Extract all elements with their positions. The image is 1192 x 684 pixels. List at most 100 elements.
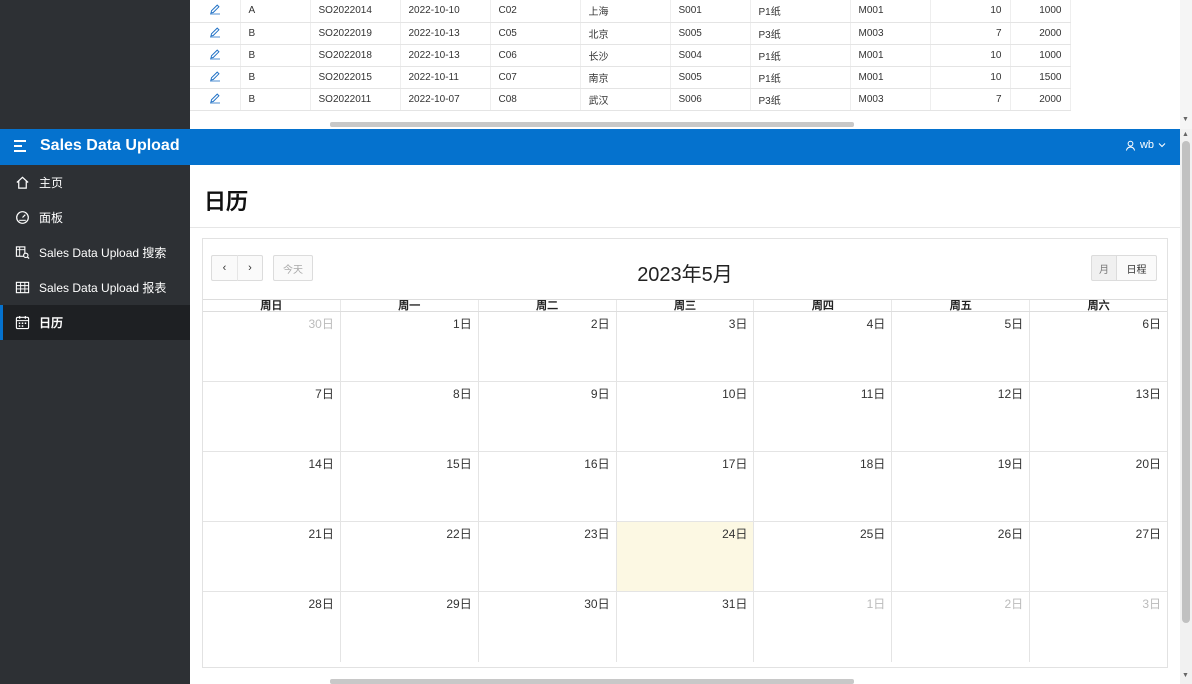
calendar-day-cell[interactable]: 21日 [203, 522, 341, 591]
nav-item-home[interactable]: 主页 [0, 165, 190, 200]
table-cell: 1500 [1010, 66, 1071, 89]
sales-report-table: A SO2022014 2022-10-10 C02 上海 S001 P1纸 M001 10 10… [190, 0, 1071, 111]
calendar-day-cell[interactable]: 20日 [1030, 452, 1167, 521]
table-cell: A [240, 0, 311, 23]
scroll-down-icon[interactable]: ▼ [1182, 116, 1189, 123]
calendar-day-cell[interactable]: 28日 [203, 592, 341, 662]
side-navigation: 主页 面板 Sales Data Upload 搜索 Sales Data Up… [0, 165, 190, 684]
nav-item-dashboard[interactable]: 面板 [0, 200, 190, 235]
scroll-up-icon[interactable]: ▲ [1182, 131, 1189, 138]
calendar-toolbar: ‹ › 今天 2023年5月 月 日程 [203, 239, 1167, 299]
month-view-button[interactable]: 月 [1091, 255, 1117, 281]
screen: A SO2022014 2022-10-10 C02 上海 S001 P1纸 M001 10 10… [0, 0, 1192, 684]
calendar-day-cell[interactable]: 5日 [892, 312, 1031, 381]
table-cell: 10 [930, 0, 1011, 23]
calendar-day-cell[interactable]: 7日 [203, 382, 341, 451]
calendar-day-cell[interactable]: 9日 [479, 382, 617, 451]
calendar-day-cell[interactable]: 23日 [479, 522, 617, 591]
table-icon [14, 280, 30, 296]
calendar-day-cell[interactable]: 15日 [341, 452, 479, 521]
table-cell: 北京 [580, 22, 671, 45]
edit-row-icon[interactable] [190, 44, 241, 67]
calendar-day-cell[interactable]: 12日 [892, 382, 1031, 451]
weekday-header: 周日 [203, 300, 341, 312]
dashboard-icon [14, 210, 30, 226]
table-cell: 长沙 [580, 44, 671, 67]
table-row: B SO2022018 2022-10-13 C06 长沙 S004 P1纸 M001 10 10… [190, 44, 1071, 67]
edit-row-icon[interactable] [190, 88, 241, 111]
calendar-day-cell[interactable]: 3日 [617, 312, 755, 381]
calendar-day-cell[interactable]: 31日 [617, 592, 755, 662]
preview-horizontal-scrollbar[interactable] [330, 122, 854, 127]
calendar-day-cell[interactable]: 19日 [892, 452, 1031, 521]
calendar-day-cell[interactable]: 8日 [341, 382, 479, 451]
table-cell: S001 [670, 0, 751, 23]
agenda-view-button[interactable]: 日程 [1117, 255, 1157, 281]
calendar-day-cell[interactable]: 26日 [892, 522, 1031, 591]
calendar-day-cell[interactable]: 18日 [754, 452, 893, 521]
calendar-day-cell[interactable]: 2日 [479, 312, 617, 381]
table-row: A SO2022014 2022-10-10 C02 上海 S001 P1纸 M001 10 10… [190, 0, 1071, 23]
table-cell: C07 [490, 66, 581, 89]
calendar-day-cell[interactable]: 22日 [341, 522, 479, 591]
table-row: B SO2022015 2022-10-11 C07 南京 S005 P1纸 M001 10 15… [190, 66, 1071, 89]
calendar-day-cell[interactable]: 3日 [1030, 592, 1167, 662]
vertical-scrollbar[interactable]: ▲ ▼ [1180, 129, 1192, 684]
calendar-day-cell[interactable]: 24日 [616, 522, 755, 591]
calendar-day-cell[interactable]: 6日 [1030, 312, 1167, 381]
weekday-header: 周四 [754, 300, 893, 312]
table-cell: SO2022018 [310, 44, 401, 67]
main-content: 日历 ‹ › 今天 2023年5月 月 日程 周日 周一 周二 周三 周四 周五 周六 30… [190, 165, 1180, 684]
scroll-down-icon[interactable]: ▼ [1182, 672, 1189, 679]
calendar-day-cell[interactable]: 25日 [754, 522, 893, 591]
calendar-day-cell[interactable]: 27日 [1030, 522, 1167, 591]
weekday-header: 周五 [892, 300, 1031, 312]
calendar-day-cell[interactable]: 4日 [754, 312, 893, 381]
report-preview-frame: A SO2022014 2022-10-10 C02 上海 S001 P1纸 M001 10 10… [0, 0, 1192, 129]
edit-row-icon[interactable] [190, 66, 241, 89]
calendar-day-cell[interactable]: 14日 [203, 452, 341, 521]
table-cell: 7 [930, 88, 1011, 111]
table-cell: S004 [670, 44, 751, 67]
horizontal-scrollbar[interactable] [330, 679, 854, 684]
table-cell: 上海 [580, 0, 671, 23]
calendar-day-cell[interactable]: 30日 [479, 592, 617, 662]
calendar-day-cell[interactable]: 1日 [341, 312, 479, 381]
weekday-header: 周三 [617, 300, 755, 312]
table-cell: SO2022015 [310, 66, 401, 89]
calendar-day-cell[interactable]: 13日 [1030, 382, 1167, 451]
calendar-day-cell[interactable]: 11日 [754, 382, 893, 451]
nav-item-search-report[interactable]: Sales Data Upload 搜索 [0, 235, 190, 270]
nav-item-calendar[interactable]: 日历 [0, 305, 190, 340]
preview-sidebar [0, 0, 190, 129]
table-cell: 2022-10-10 [400, 0, 491, 23]
scrollbar-thumb[interactable] [1182, 141, 1190, 623]
table-cell: 南京 [580, 66, 671, 89]
table-cell: B [240, 88, 311, 111]
calendar-day-cell[interactable]: 16日 [479, 452, 617, 521]
table-cell: 2000 [1010, 88, 1071, 111]
chevron-down-icon [1158, 143, 1166, 148]
table-cell: B [240, 66, 311, 89]
app-title[interactable]: Sales Data Upload [40, 137, 180, 155]
preview-vertical-scrollbar[interactable]: ▼ [1180, 0, 1192, 129]
calendar-day-cell[interactable]: 29日 [341, 592, 479, 662]
user-menu[interactable]: wb [1125, 139, 1166, 151]
calendar-day-cell[interactable]: 10日 [617, 382, 755, 451]
table-cell: 2022-10-07 [400, 88, 491, 111]
edit-row-icon[interactable] [190, 22, 241, 45]
nav-item-report[interactable]: Sales Data Upload 报表 [0, 270, 190, 305]
table-cell: P1纸 [750, 44, 851, 67]
calendar-day-cell[interactable]: 30日 [203, 312, 341, 381]
weekday-header: 周一 [341, 300, 479, 312]
calendar-day-cell[interactable]: 1日 [754, 592, 893, 662]
table-cell: M003 [850, 22, 931, 45]
menu-toggle-icon[interactable] [14, 140, 28, 154]
table-cell: 1000 [1010, 44, 1071, 67]
calendar-day-cell[interactable]: 17日 [617, 452, 755, 521]
table-cell: M001 [850, 0, 931, 23]
calendar-day-cell[interactable]: 2日 [892, 592, 1031, 662]
calendar-icon [14, 315, 30, 331]
table-cell: SO2022011 [310, 88, 401, 111]
edit-row-icon[interactable] [190, 0, 241, 23]
